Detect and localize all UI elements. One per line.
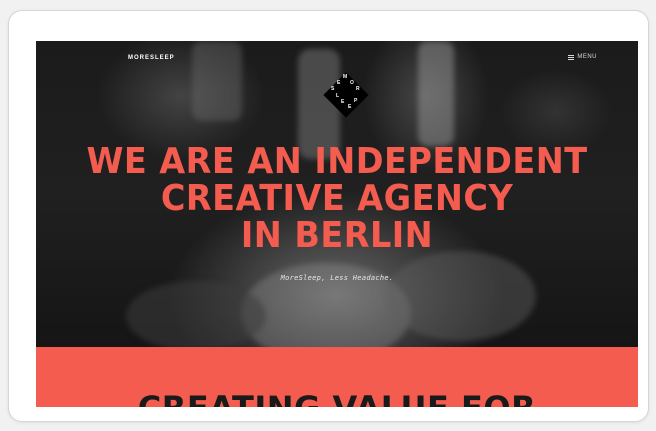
badge-letter: E [337,80,341,86]
hero-background-shape [418,41,454,146]
hero-tagline: MoreSleep, Less Headache. [280,274,394,282]
badge-letter: L [336,93,340,99]
menu-button[interactable]: MENU [568,54,597,60]
hamburger-icon [568,54,575,60]
badge-letter: R [356,86,360,92]
preview-card[interactable]: MORESLEEP MENU M O R E S L E E P WE ARE … [8,10,649,422]
accent-band: CREATING VALUE FOR [36,347,638,407]
badge-letters: M O R E S L E E P [323,72,369,118]
headline-line: IN BERLIN [240,215,434,256]
menu-label: MENU [577,54,597,60]
hero-background-shape [192,41,242,121]
website-preview: MORESLEEP MENU M O R E S L E E P WE ARE … [36,41,638,407]
badge-letter: S [331,86,335,92]
badge-letter: O [350,80,354,86]
badge-letter: E [341,99,345,105]
badge-letter: M [343,74,348,80]
badge-letter: P [354,98,358,104]
hero-headline: WE ARE AN INDEPENDENT CREATIVE AGENCY IN… [36,143,638,254]
hero-background-shape [386,251,536,341]
site-logo[interactable]: MORESLEEP [128,55,175,61]
headline-line: WE ARE AN INDEPENDENT [86,141,588,182]
headline-line: CREATIVE AGENCY [160,178,514,219]
section-title: CREATING VALUE FOR [36,392,638,407]
hero-section: MORESLEEP MENU M O R E S L E E P WE ARE … [36,41,638,347]
hero-background-shape [126,281,266,347]
moresleep-badge: M O R E S L E E P [323,72,369,118]
badge-letter: E [348,104,352,110]
